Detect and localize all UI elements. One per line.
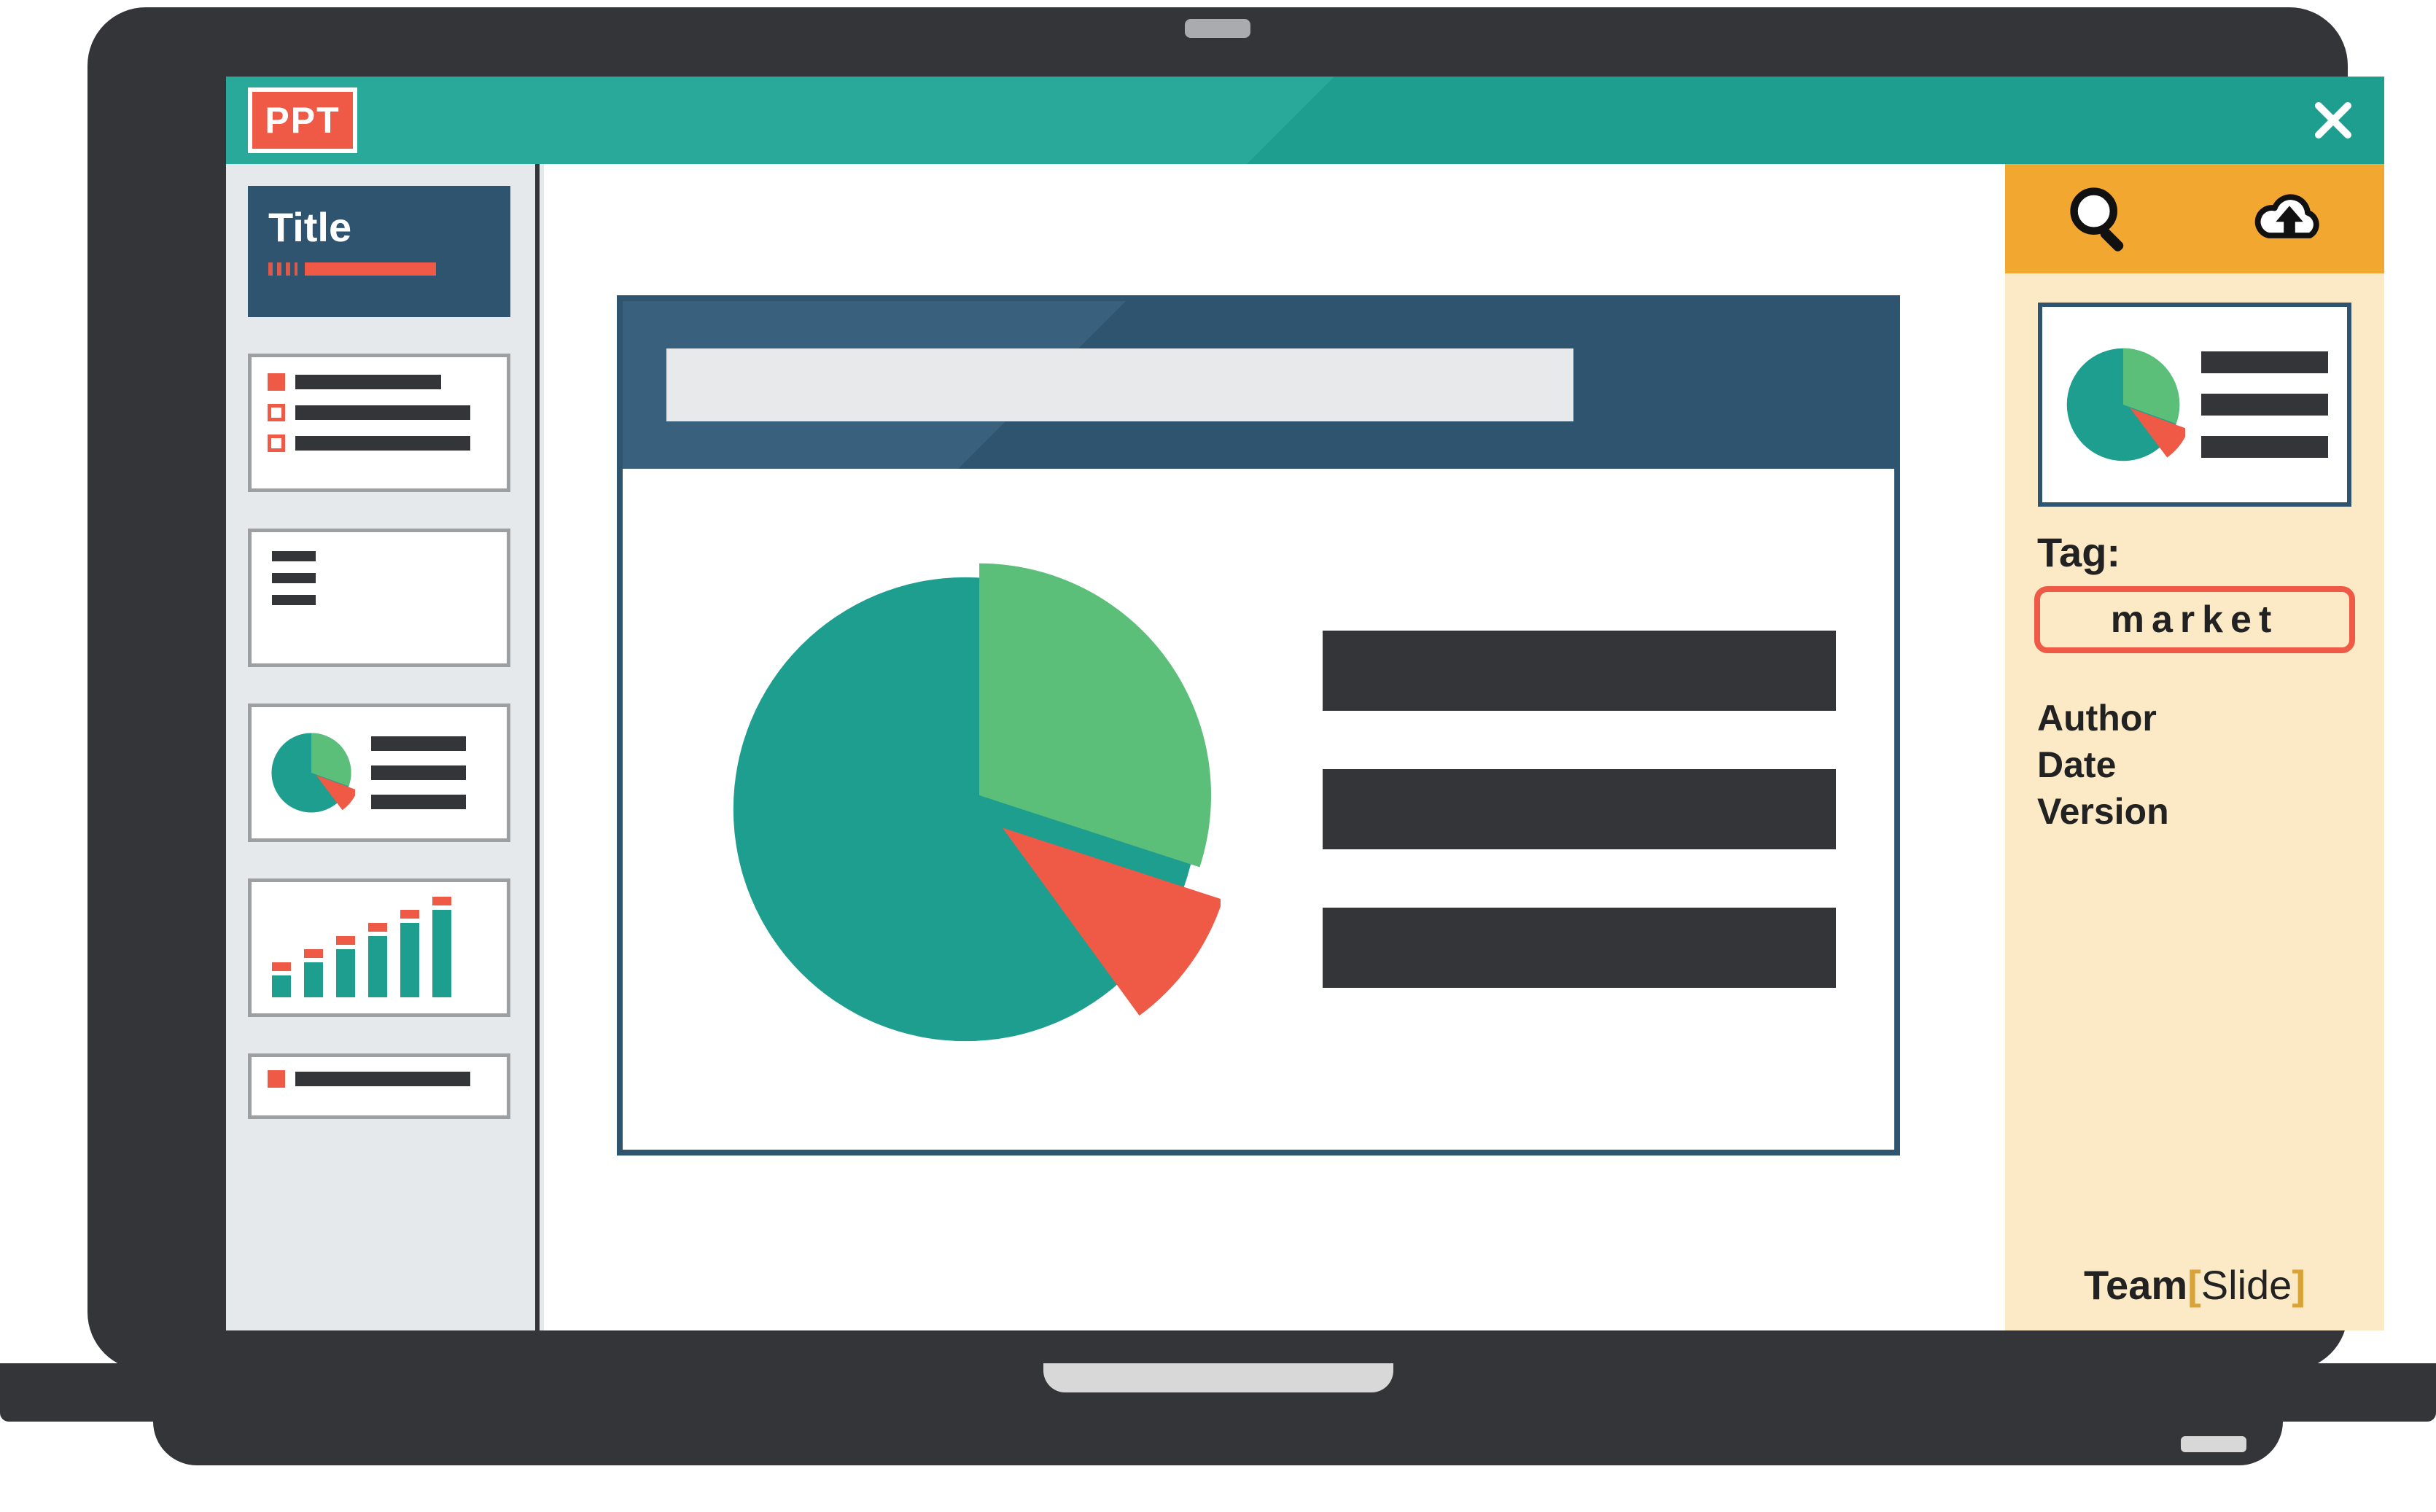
sidebar-toolbar	[2005, 164, 2384, 273]
metadata-sidebar: Tag: Author Date Version Team[Slide]	[2005, 164, 2384, 1330]
meta-date[interactable]: Date	[2037, 744, 2384, 786]
indicator-light	[2181, 1436, 2246, 1452]
camera-notch	[1185, 19, 1250, 38]
pie-icon	[2061, 343, 2185, 467]
search-result-slide[interactable]	[2038, 303, 2351, 507]
legend-item	[1323, 631, 1836, 711]
legend-item	[1323, 908, 1836, 988]
tag-input-box[interactable]	[2034, 586, 2355, 653]
trackpad-notch	[1043, 1363, 1393, 1392]
laptop-base	[0, 1363, 2436, 1465]
meta-version[interactable]: Version	[2037, 790, 2384, 833]
title-bar: PPT	[226, 77, 2384, 164]
upload-cloud-icon[interactable]	[2253, 181, 2326, 257]
pie-icon	[268, 729, 355, 817]
tag-input[interactable]	[2055, 598, 2334, 642]
slide-thumb-title[interactable]: Title	[248, 186, 510, 317]
brand-logo: Team[Slide]	[2005, 1261, 2384, 1309]
meta-author[interactable]: Author	[2037, 697, 2384, 739]
legend-item	[1323, 769, 1836, 849]
slide-thumb-piechart[interactable]	[248, 704, 510, 842]
metadata-fields: Author Date Version	[2037, 697, 2384, 833]
slide-thumb-barchart[interactable]	[248, 878, 510, 1017]
app-screen: PPT Title	[226, 77, 2384, 1330]
slide-thumb-partial[interactable]	[248, 1053, 510, 1119]
slide-header	[623, 301, 1894, 469]
slide-thumbnail-panel: Title	[226, 164, 540, 1330]
slide-title-field[interactable]	[666, 348, 1573, 421]
app-badge: PPT	[248, 87, 357, 153]
pie-chart	[710, 554, 1221, 1064]
laptop-frame: PPT Title	[87, 7, 2348, 1371]
slide-canvas	[617, 295, 1900, 1156]
slide-canvas-area	[544, 164, 2005, 1330]
slide-thumb-bullets[interactable]	[248, 354, 510, 492]
close-icon[interactable]	[2311, 98, 2355, 142]
chart-legend	[1323, 631, 1836, 988]
tag-label: Tag:	[2037, 529, 2384, 576]
search-icon[interactable]	[2063, 181, 2136, 257]
slide-thumb-text[interactable]	[248, 529, 510, 667]
title-slide-label: Title	[268, 203, 490, 251]
